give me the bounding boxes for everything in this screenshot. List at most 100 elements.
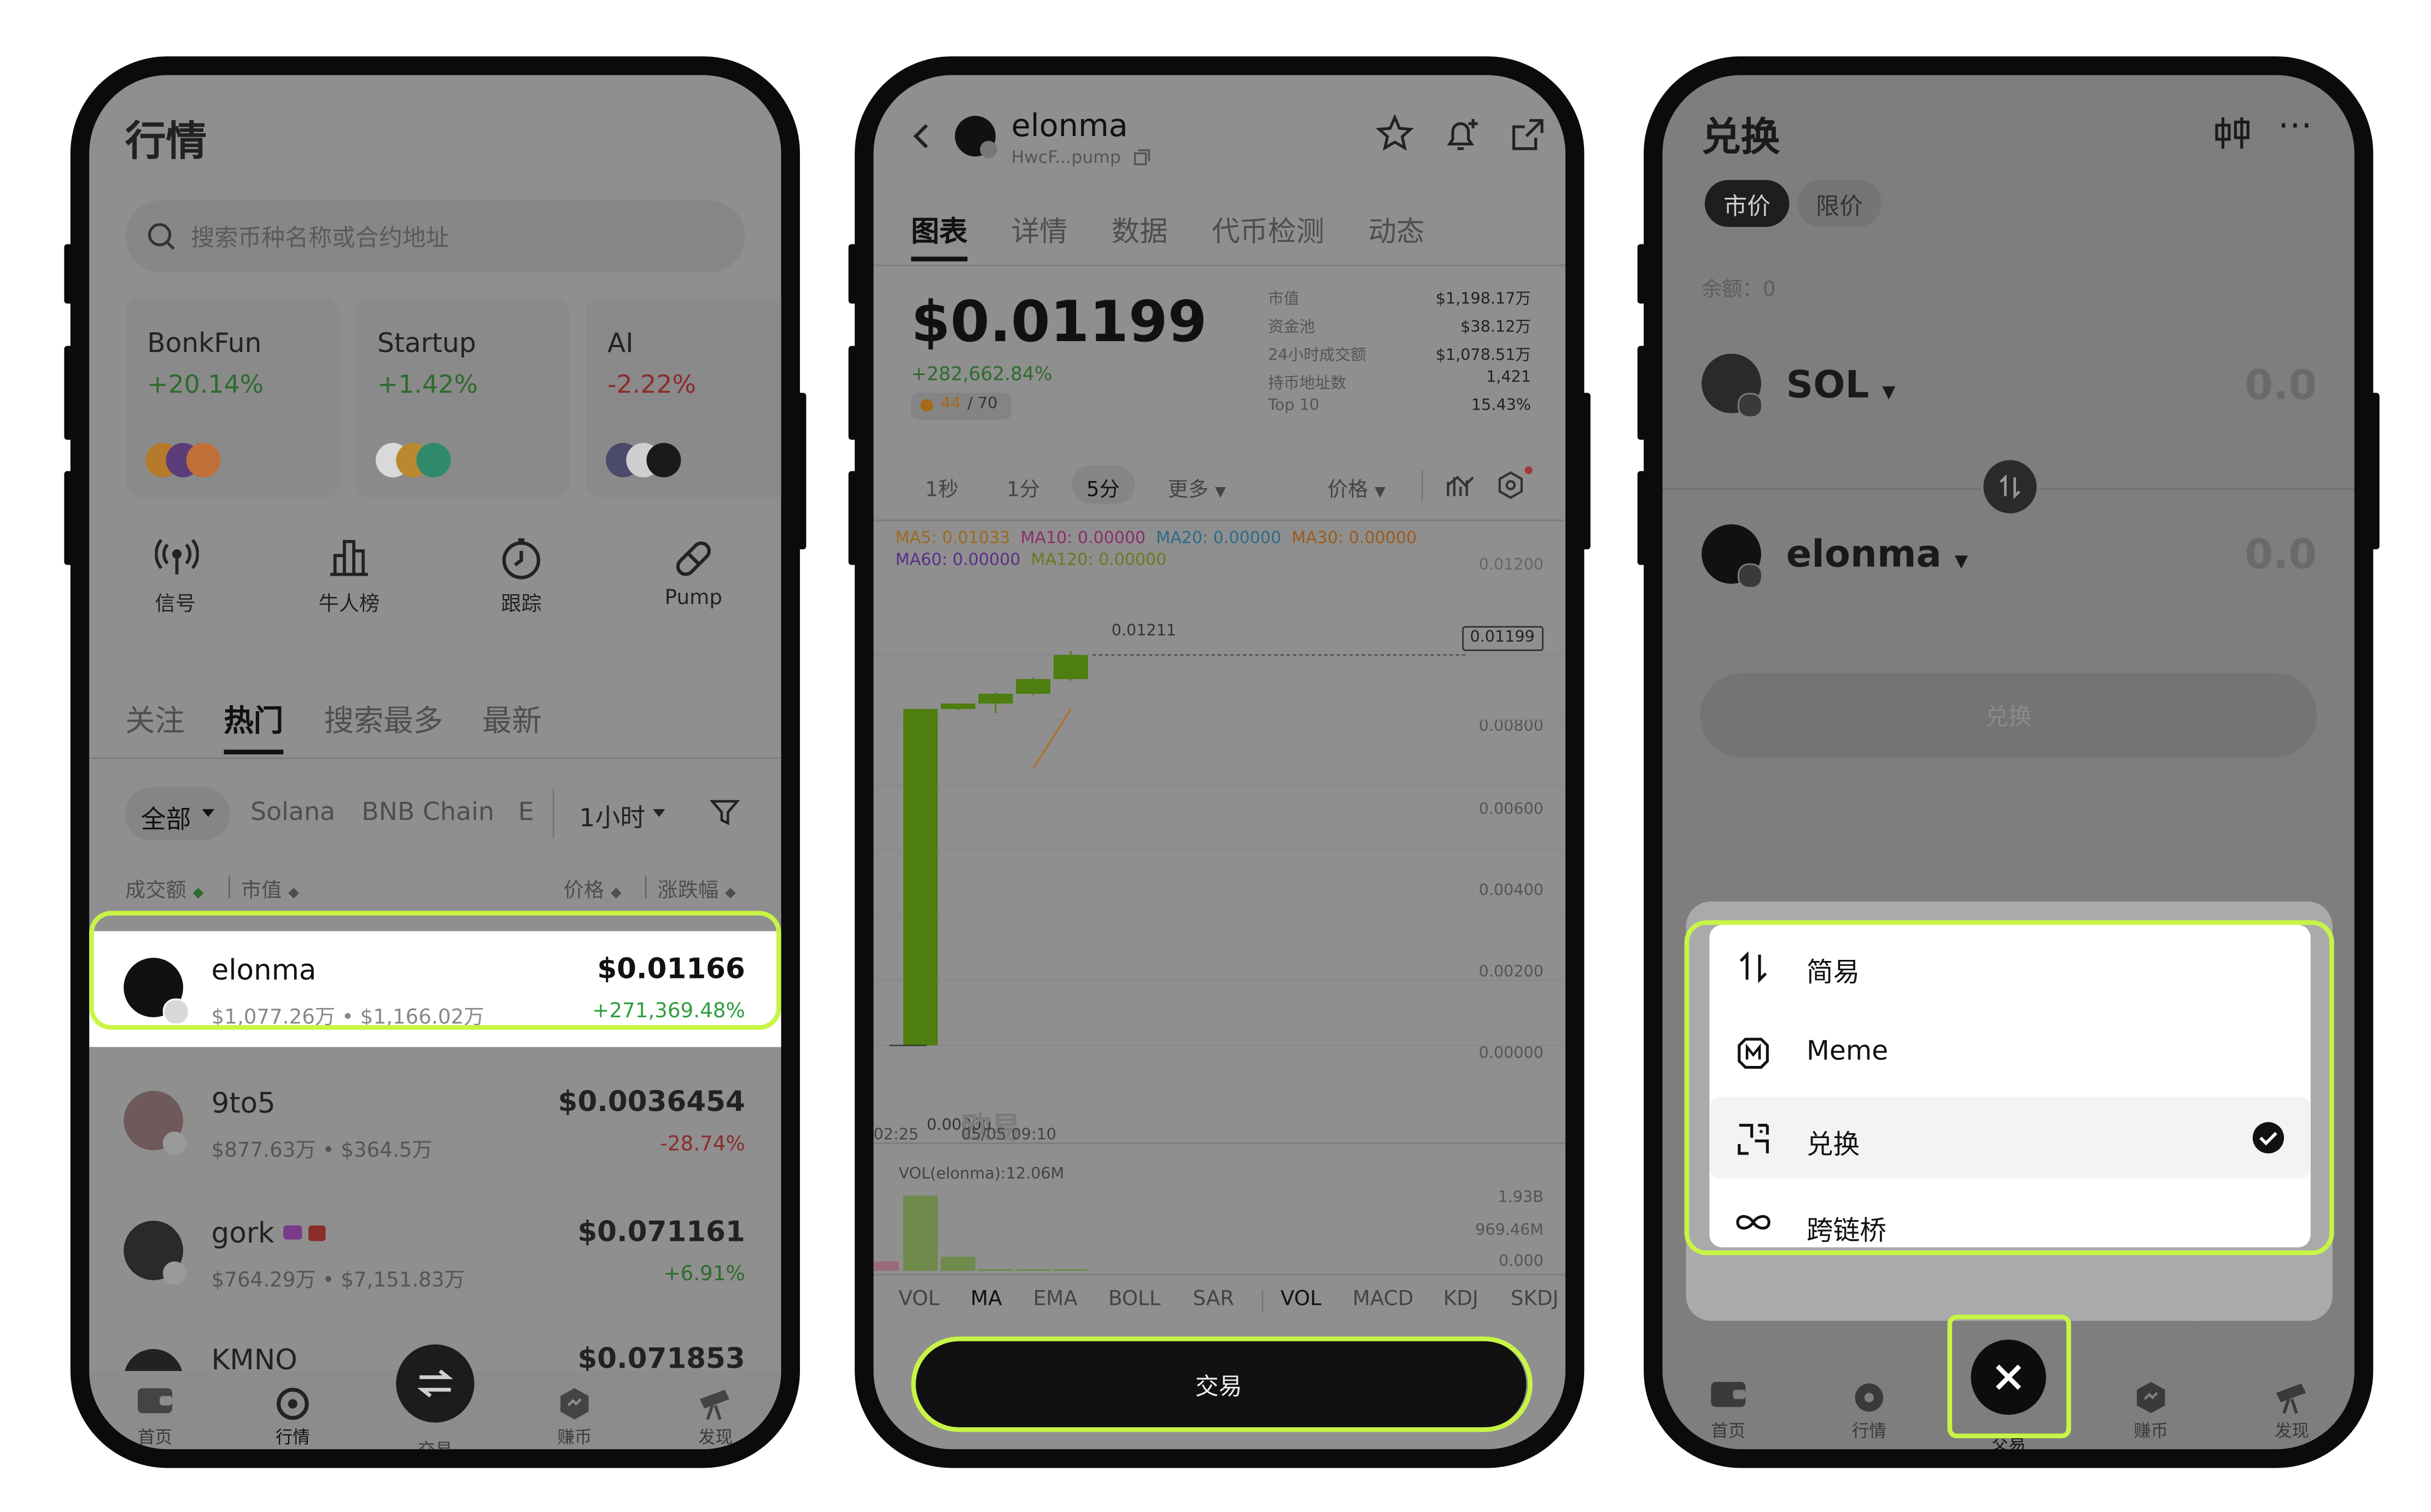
indicator-ma[interactable]: MA	[971, 1288, 1002, 1311]
from-token-select[interactable]: SOL ▼	[1786, 363, 1896, 407]
more-icon[interactable]: ⋯	[2278, 107, 2312, 146]
shortcut-signal[interactable]: 信号	[128, 537, 223, 631]
candle-chart-icon[interactable]	[2213, 116, 2251, 150]
indicator-sar[interactable]: SAR	[1193, 1288, 1235, 1311]
indicator-boll[interactable]: BOLL	[1108, 1288, 1161, 1311]
side-button	[64, 244, 74, 304]
settings-hex-icon[interactable]	[1497, 471, 1525, 500]
tab-data[interactable]: 数据	[1112, 210, 1168, 250]
leaderboard-icon	[330, 540, 368, 576]
price-axis-label: 0.01200	[1479, 557, 1544, 575]
phone-swap: 兑换 ⋯ 市价 限价 余额：0 SOL ▼ 0.0 elonma ▼ 0.0 兑…	[1637, 56, 2380, 1468]
token-change: -28.74%	[660, 1133, 745, 1157]
tab-limit-order[interactable]: 限价	[1797, 180, 1882, 227]
filter-solana[interactable]: Solana	[250, 796, 335, 826]
swap-submit-button[interactable]: 兑换	[1700, 673, 2317, 758]
nav-discover[interactable]: 发现	[669, 1387, 763, 1450]
to-token-select[interactable]: elonma ▼	[1786, 532, 1968, 576]
market-screen: 行情 搜索币种名称或合约地址 BonkFun +20.14% Startup +…	[89, 75, 781, 1450]
nav-home[interactable]: 首页	[1681, 1380, 1775, 1443]
sort-volume[interactable]: 成交额 ◆	[125, 874, 203, 903]
shortcut-label: 牛人榜	[318, 593, 380, 617]
nav-market[interactable]: 行情	[1822, 1380, 1916, 1443]
notification-dot	[1524, 466, 1533, 474]
interval-5m[interactable]: 5分	[1072, 465, 1135, 504]
tab-chart[interactable]: 图表	[911, 210, 967, 250]
flip-button[interactable]	[1980, 456, 2040, 517]
indicator-icon[interactable]	[1446, 473, 1475, 498]
table-row[interactable]: 9to5 $877.63万 • $364.5万 $0.0036454 -28.7…	[89, 1064, 781, 1180]
score-badge[interactable]: 44 / 70	[911, 392, 1012, 420]
interval-1m[interactable]: 1分	[1007, 473, 1040, 502]
tab-hot[interactable]: 热门	[224, 698, 283, 740]
filter-more[interactable]: E	[518, 796, 534, 826]
token-stats-panel: 市值 $1,198.17万 资金池 $38.12万 24小时成交额 $1,078…	[1268, 285, 1531, 426]
ma-legend-row1: MA5: 0.01033 MA10: 0.00000 MA20: 0.00000…	[896, 529, 1417, 548]
tab-activity[interactable]: 动态	[1368, 210, 1424, 250]
sort-price[interactable]: 价格 ◆	[564, 874, 622, 903]
volume-chart	[873, 1195, 1088, 1271]
filter-bnb-chain[interactable]: BNB Chain	[361, 796, 494, 826]
tab-most-searched[interactable]: 搜索最多	[324, 698, 443, 740]
nav-label: 行情	[1851, 1421, 1886, 1441]
tab-newest[interactable]: 最新	[482, 698, 542, 740]
alert-bell-icon[interactable]	[1442, 114, 1482, 155]
table-row[interactable]: gork $764.29万 • $7,151.83万 $0.071161 +6.…	[89, 1194, 781, 1310]
ma5-line	[1032, 708, 1072, 770]
stat-value: $1,078.51万	[1435, 347, 1532, 365]
price-mode-select[interactable]: 价格 ▼	[1328, 473, 1386, 502]
sort-label: 价格	[563, 880, 605, 903]
sort-change[interactable]: 涨跌幅 ◆	[657, 874, 735, 903]
filter-all[interactable]: 全部	[125, 787, 230, 841]
nav-discover[interactable]: 发现	[2245, 1380, 2339, 1443]
caret-down-icon	[202, 809, 215, 817]
category-card-bonkfun[interactable]: BonkFun +20.14%	[125, 297, 340, 498]
token-stats: $877.63万 • $364.5万	[211, 1139, 433, 1163]
filter-icon[interactable]	[709, 796, 740, 828]
tab-market-order[interactable]: 市价	[1704, 180, 1790, 227]
candle-body[interactable]	[940, 704, 975, 710]
indicator-vol[interactable]: VOL	[898, 1288, 939, 1311]
candlestick-chart[interactable]	[873, 573, 1565, 1136]
candle-body[interactable]	[1016, 679, 1051, 694]
indicator-macd[interactable]: MACD	[1353, 1288, 1414, 1311]
nav-earn[interactable]: 赚币	[2104, 1380, 2198, 1443]
time-filter[interactable]: 1小时	[579, 796, 645, 834]
back-icon[interactable]	[911, 122, 930, 150]
nav-home[interactable]: 首页	[108, 1387, 202, 1450]
tab-following[interactable]: 关注	[125, 698, 185, 740]
page-title: 行情	[125, 119, 207, 166]
token-price: $0.0036454	[558, 1086, 745, 1120]
shortcut-tracking[interactable]: 跟踪	[474, 537, 568, 631]
search-input[interactable]: 搜索币种名称或合约地址	[125, 200, 745, 273]
category-card-ai[interactable]: AI -2.22%	[585, 297, 781, 498]
candle-body[interactable]	[978, 694, 1013, 704]
star-icon[interactable]	[1376, 114, 1414, 152]
interval-more[interactable]: 更多 ▼	[1168, 473, 1226, 502]
divider	[873, 1274, 1565, 1276]
trade-fab[interactable]	[396, 1344, 475, 1423]
candle-body[interactable]	[1053, 655, 1088, 679]
to-token-symbol: elonma	[1786, 532, 1942, 576]
share-icon[interactable]	[1511, 118, 1545, 152]
tab-details[interactable]: 详情	[1011, 210, 1067, 250]
tab-token-check[interactable]: 代币检测	[1212, 210, 1324, 250]
sort-market-cap[interactable]: 市值 ◆	[241, 874, 299, 903]
indicator-vol-sub[interactable]: VOL	[1281, 1288, 1322, 1311]
nav-earn[interactable]: 赚币	[528, 1387, 622, 1450]
nav-market[interactable]: 行情	[246, 1387, 340, 1450]
indicator-ema[interactable]: EMA	[1033, 1288, 1078, 1311]
shortcut-pump[interactable]: Pump	[646, 537, 740, 631]
token-price: $0.071161	[577, 1216, 745, 1249]
candle-body[interactable]	[903, 709, 938, 1046]
interval-1s[interactable]: 1秒	[925, 473, 959, 502]
indicator-kdj[interactable]: KDJ	[1444, 1288, 1479, 1311]
divider	[552, 788, 554, 839]
shortcut-leaderboard[interactable]: 牛人榜	[302, 537, 396, 631]
indicator-skdj[interactable]: SKDJ	[1511, 1288, 1559, 1311]
from-amount-input[interactable]: 0.0	[2245, 363, 2317, 410]
to-amount-input[interactable]: 0.0	[2245, 532, 2317, 579]
category-card-startup[interactable]: Startup +1.42%	[355, 297, 570, 498]
token-volume: $764.29万	[211, 1269, 316, 1293]
copy-icon[interactable]	[1133, 149, 1150, 166]
